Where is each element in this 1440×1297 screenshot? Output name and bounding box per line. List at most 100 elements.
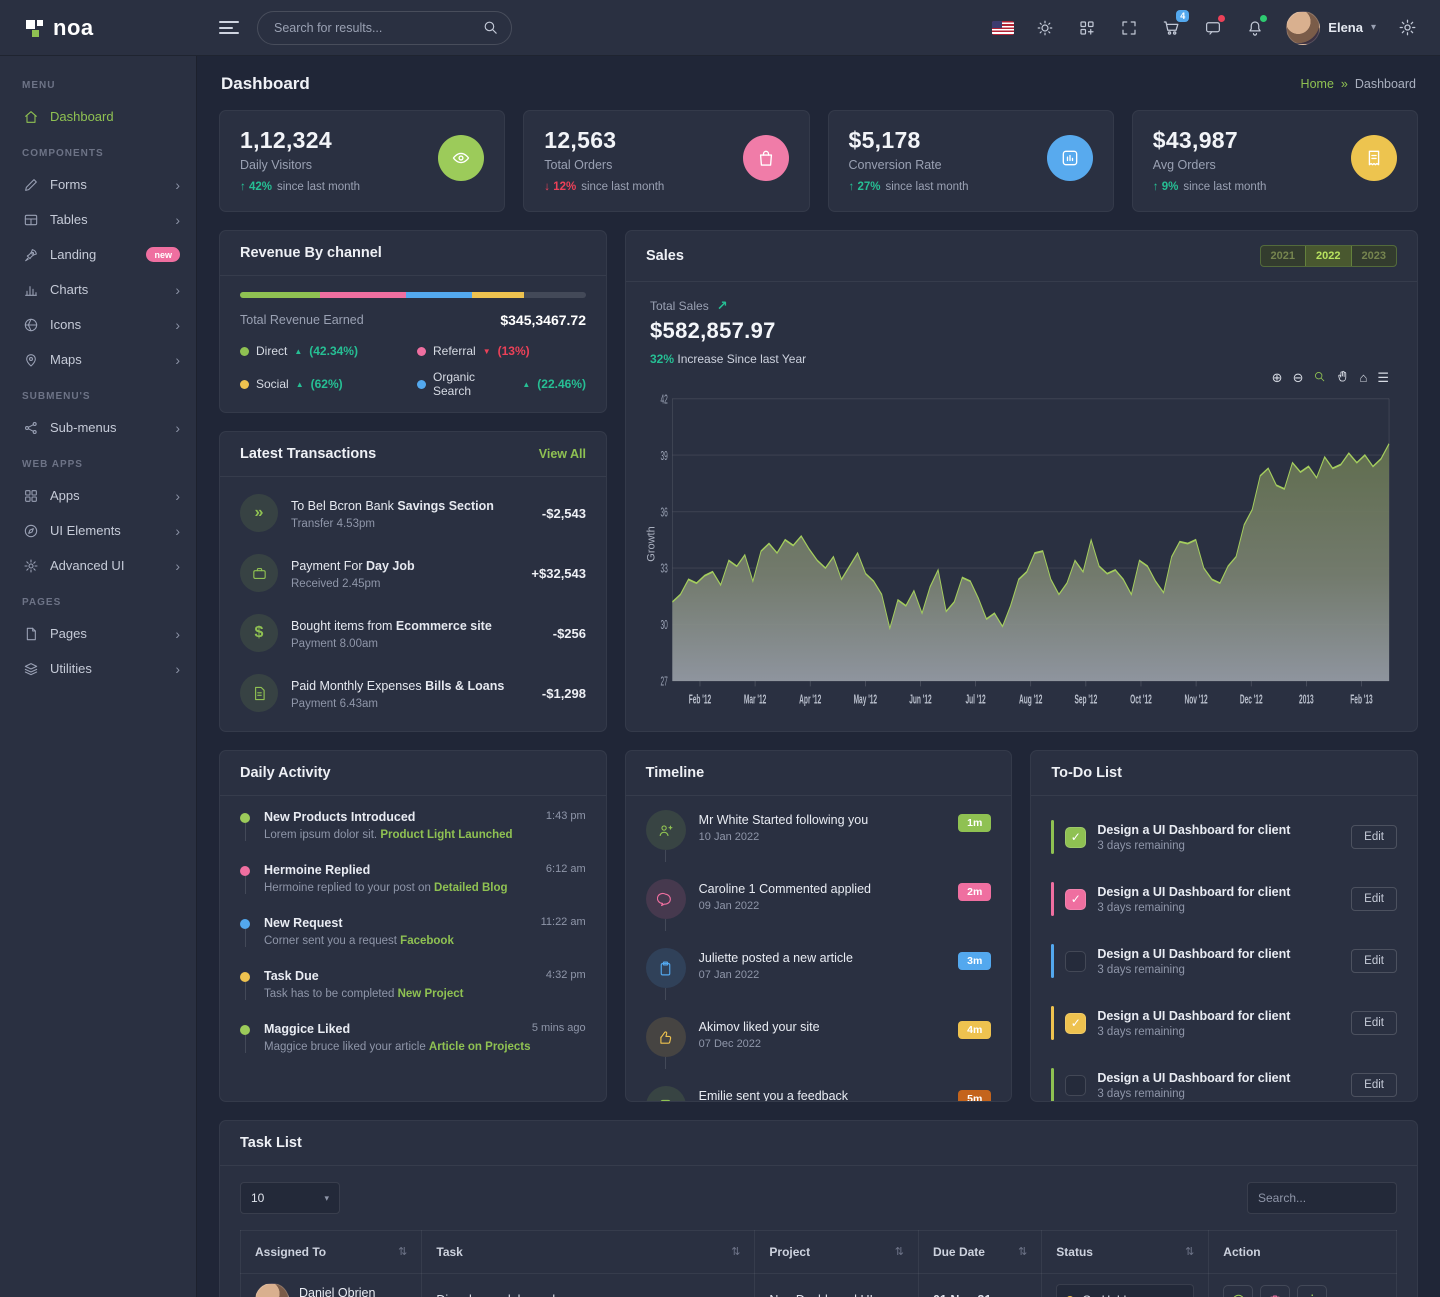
timeline-panel: Timeline Mr White Started following you1… (625, 750, 1013, 1102)
svg-text:Aug '12: Aug '12 (1019, 692, 1043, 707)
sidebar-item-tables[interactable]: Tables› (0, 202, 196, 237)
view-all-link[interactable]: View All (539, 447, 586, 461)
edit-button[interactable]: Edit (1351, 887, 1397, 911)
approve-button[interactable] (1223, 1285, 1253, 1297)
svg-text:2013: 2013 (1299, 692, 1314, 707)
more-options-button[interactable]: ⋮ (1297, 1285, 1327, 1297)
sidebar-item-forms[interactable]: Forms› (0, 167, 196, 202)
total-sales-label: Total Sales (650, 299, 709, 313)
cart-icon[interactable]: 4 (1160, 17, 1182, 39)
sidebar-item-ui-elements[interactable]: UI Elements› (0, 513, 196, 548)
sort-icon[interactable]: ⇅ (1185, 1245, 1194, 1258)
transaction-amount: +$32,543 (531, 566, 586, 581)
svg-text:Jun '12: Jun '12 (909, 692, 932, 707)
sidebar-item-landing[interactable]: Landingnew (0, 237, 196, 272)
col-due-date[interactable]: Due Date⇅ (918, 1231, 1041, 1274)
year-tab-2021[interactable]: 2021 (1261, 246, 1305, 266)
activity-item: New Products Introduced1:43 pmLorem ipsu… (240, 810, 586, 863)
bar-chart-icon (22, 281, 39, 298)
year-tab-2022[interactable]: 2022 (1305, 246, 1351, 266)
activity-link[interactable]: Article on Projects (429, 1041, 531, 1053)
todo-checkbox[interactable]: ✓ (1065, 827, 1086, 848)
selection-zoom-icon[interactable] (1313, 370, 1326, 385)
delete-button[interactable] (1260, 1285, 1290, 1297)
fullscreen-icon[interactable] (1118, 17, 1140, 39)
sort-icon[interactable]: ⇅ (398, 1245, 407, 1258)
search-input[interactable] (274, 21, 482, 35)
activity-link[interactable]: Facebook (400, 935, 454, 947)
transaction-row: Payment For Day JobReceived 2.45pm +$32,… (240, 543, 586, 603)
zoom-in-icon[interactable]: ⊕ (1272, 371, 1283, 384)
sidebar-item-charts[interactable]: Charts› (0, 272, 196, 307)
breadcrumb: Home » Dashboard (1301, 77, 1416, 91)
menu-toggle-icon[interactable] (219, 21, 239, 34)
sidebar-item-icons[interactable]: Icons› (0, 307, 196, 342)
notifications-bell-icon[interactable] (1244, 17, 1266, 39)
language-flag-icon[interactable] (992, 17, 1014, 39)
todo-checkbox[interactable] (1065, 1075, 1086, 1096)
sidebar-item-pages[interactable]: Pages› (0, 616, 196, 651)
messages-dot (1218, 15, 1225, 22)
messages-icon[interactable] (1202, 17, 1224, 39)
avatar (255, 1283, 289, 1297)
edit-button[interactable]: Edit (1351, 825, 1397, 849)
eye-icon (438, 135, 484, 181)
gear-flower-icon (22, 557, 39, 574)
sidebar-item-advanced-ui[interactable]: Advanced UI› (0, 548, 196, 583)
col-project[interactable]: Project⇅ (755, 1231, 919, 1274)
chevron-right-icon: › (175, 353, 180, 367)
activity-link[interactable]: Product Light Launched (380, 829, 512, 841)
sidebar-item-utilities[interactable]: Utilities› (0, 651, 196, 686)
settings-gear-icon[interactable] (1396, 17, 1418, 39)
transfer-icon: » (240, 494, 278, 532)
sort-icon[interactable]: ⇅ (731, 1245, 740, 1258)
todo-checkbox[interactable] (1065, 951, 1086, 972)
edit-button[interactable]: Edit (1351, 1073, 1397, 1097)
revenue-title: Revenue By channel (240, 245, 382, 261)
status-select[interactable]: On Hold▾ (1056, 1284, 1194, 1297)
table-search-input[interactable] (1247, 1182, 1397, 1214)
legend-referral: Referral▼(13%) (417, 344, 586, 358)
sidebar-item-submenus[interactable]: Sub-menus› (0, 410, 196, 445)
transaction-amount: -$2,543 (542, 506, 586, 521)
user-menu[interactable]: Elena ▾ (1286, 11, 1376, 45)
sort-icon[interactable]: ⇅ (895, 1245, 904, 1258)
reset-home-icon[interactable]: ⌂ (1359, 371, 1367, 384)
daily-activity-title: Daily Activity (240, 765, 331, 781)
stat-card-total-orders: 12,563 Total Orders ↓ 12%since last mont… (523, 110, 809, 212)
col-task[interactable]: Task⇅ (422, 1231, 755, 1274)
breadcrumb-home[interactable]: Home (1301, 77, 1334, 91)
sort-icon[interactable]: ⇅ (1018, 1245, 1027, 1258)
search-icon[interactable] (482, 19, 499, 36)
svg-text:39: 39 (660, 448, 667, 463)
svg-text:42: 42 (660, 392, 667, 407)
sidebar-item-dashboard[interactable]: Dashboard (0, 99, 196, 134)
year-tab-2023[interactable]: 2023 (1352, 246, 1396, 266)
edit-button[interactable]: Edit (1351, 949, 1397, 973)
theme-toggle-icon[interactable] (1034, 17, 1056, 39)
activity-item: Hermoine Replied6:12 amHermoine replied … (240, 863, 586, 916)
edit-button[interactable]: Edit (1351, 1011, 1397, 1035)
chevron-right-icon: › (175, 559, 180, 573)
sidebar-item-maps[interactable]: Maps› (0, 342, 196, 377)
user-avatar (1286, 11, 1320, 45)
todo-item: ✓ Design a UI Dashboard for client3 days… (1051, 810, 1397, 872)
y-axis-label: Growth (646, 526, 658, 561)
pan-icon[interactable] (1336, 370, 1349, 385)
logo[interactable]: noa (0, 15, 197, 41)
zoom-out-icon[interactable]: ⊖ (1293, 371, 1304, 384)
global-search (257, 11, 512, 45)
sidebar-section-submenus: SUBMENU'S (0, 377, 196, 410)
activity-link[interactable]: New Project (398, 988, 464, 1000)
col-action: Action (1209, 1231, 1397, 1274)
col-status[interactable]: Status⇅ (1042, 1231, 1209, 1274)
sales-area-chart[interactable]: Growth 273033363942Feb '12Mar '12Apr (650, 388, 1393, 721)
activity-link[interactable]: Detailed Blog (434, 882, 507, 894)
apps-grid-icon[interactable] (1076, 17, 1098, 39)
chart-menu-icon[interactable]: ☰ (1377, 371, 1389, 384)
todo-checkbox[interactable]: ✓ (1065, 1013, 1086, 1034)
sidebar-item-apps[interactable]: Apps› (0, 478, 196, 513)
col-assigned-to[interactable]: Assigned To⇅ (241, 1231, 422, 1274)
todo-checkbox[interactable]: ✓ (1065, 889, 1086, 910)
page-size-select[interactable]: 10▾ (240, 1182, 340, 1214)
